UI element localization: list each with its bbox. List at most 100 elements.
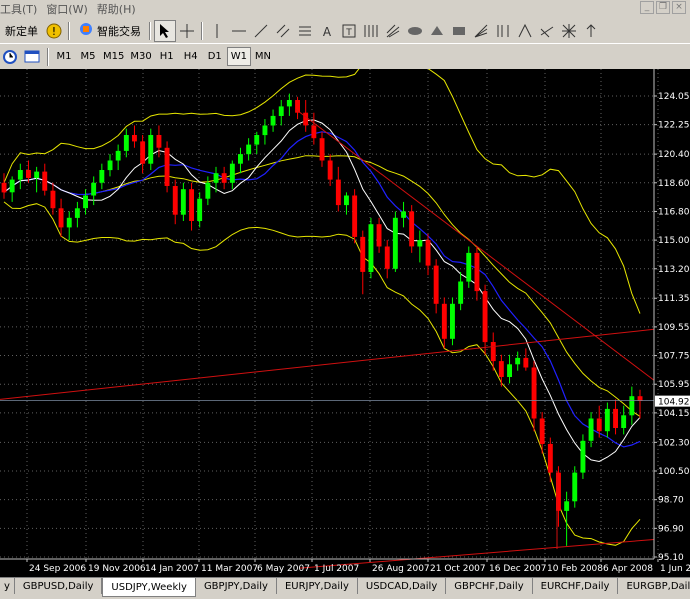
candle-body — [1, 182, 7, 193]
text-label-icon[interactable]: T — [338, 20, 360, 42]
candle-body — [384, 246, 390, 269]
candle-body — [441, 303, 447, 339]
grid-pattern-icon[interactable] — [558, 20, 580, 42]
pitchfork-icon[interactable] — [382, 20, 404, 42]
time-tick-label: 1 Jun 2008 — [660, 564, 690, 574]
timeframe-m5[interactable]: M5 — [76, 47, 100, 66]
timeframe-m30[interactable]: M30 — [127, 47, 154, 66]
triangle-icon[interactable] — [426, 20, 448, 42]
candle-body — [180, 189, 186, 215]
tab-gbpchf[interactable]: GBPCHF,Daily — [446, 578, 533, 594]
candle-body — [507, 364, 512, 377]
current-price-label: 104.92 — [658, 398, 690, 408]
price-tick-label: 107.75 — [658, 352, 690, 362]
timeframe-m1[interactable]: M1 — [52, 47, 76, 66]
candle-body — [490, 342, 496, 362]
price-tick-label: 104.15 — [658, 409, 690, 419]
toolbar-separator — [47, 47, 49, 66]
cursor-icon[interactable] — [154, 19, 176, 42]
trendline-icon[interactable] — [250, 20, 272, 42]
fibo-fan-icon[interactable] — [470, 20, 492, 42]
text-icon[interactable]: A — [316, 20, 338, 42]
time-tick-label: 6 May 2007 — [257, 564, 310, 574]
menu-bar: 工具(T) 窗口(W) 帮助(H) _ ❐ × — [0, 0, 690, 17]
vertical-line-icon[interactable] — [206, 20, 228, 42]
fibo-time-icon[interactable] — [492, 20, 514, 42]
candle-body — [613, 408, 618, 428]
candle-body — [637, 396, 643, 401]
price-tick-label: 116.80 — [658, 207, 690, 217]
candle-body — [66, 217, 72, 228]
gann-icon[interactable] — [360, 20, 382, 42]
candle-body — [17, 170, 23, 180]
candle-body — [91, 182, 97, 196]
timeframe-h4[interactable]: H4 — [179, 47, 203, 66]
horizontal-line-icon[interactable] — [228, 20, 250, 42]
chart-window-icon[interactable] — [22, 46, 44, 68]
time-tick-label: 6 Apr 2008 — [603, 564, 653, 574]
toolbar-separator — [201, 21, 203, 40]
tab-eurgbp[interactable]: EURGBP,Daily — [618, 578, 690, 594]
timeframe-mn[interactable]: MN — [251, 47, 275, 66]
restore-icon[interactable]: ❐ — [656, 1, 670, 14]
chart-tabs: y GBPUSD,Daily USDJPY,Weekly GBPJPY,Dail… — [0, 577, 690, 599]
candle-body — [417, 240, 423, 247]
rectangle-icon[interactable] — [448, 20, 470, 42]
timeframe-w1[interactable]: W1 — [226, 47, 251, 66]
expert-advisor-button[interactable]: 智能交易 — [73, 21, 146, 40]
price-tick-label: 113.20 — [658, 265, 690, 275]
candle-body — [238, 154, 243, 164]
candle-body — [319, 138, 325, 161]
main-toolbar: 新定单 ! 智能交易 A T — [0, 18, 690, 44]
arrow-up-icon[interactable] — [580, 20, 602, 42]
timeframe-toolbar: M1 M5 M15 M30 H1 H4 D1 W1 MN — [0, 45, 690, 68]
tab-eurjpy[interactable]: EURJPY,Daily — [277, 578, 358, 594]
candle-body — [115, 150, 121, 161]
timeframe-h1[interactable]: H1 — [155, 47, 179, 66]
menu-help[interactable]: 帮助(H) — [97, 1, 145, 17]
menu-window[interactable]: 窗口(W) — [46, 1, 96, 17]
cycle-lines-icon[interactable] — [514, 20, 536, 42]
timeframe-d1[interactable]: D1 — [203, 47, 227, 66]
trendline-support — [0, 328, 655, 400]
time-tick-label: 24 Sep 2006 — [29, 564, 86, 574]
candle-body — [278, 106, 284, 116]
tab-gbpusd[interactable]: GBPUSD,Daily — [15, 578, 103, 594]
price-tick-label: 111.35 — [658, 294, 690, 304]
tab-partial[interactable]: y — [0, 578, 15, 594]
candle-body — [450, 303, 455, 339]
candle-body — [213, 173, 219, 183]
fibonacci-icon[interactable] — [294, 20, 316, 42]
chart-canvas[interactable]: 124.05 122.25 120.40 118.60 116.80 115.00 113.… — [0, 69, 690, 577]
time-tick-label: 26 Aug 2007 — [372, 564, 430, 574]
candle-body — [466, 252, 472, 282]
candle-body — [588, 418, 594, 441]
tab-eurchf[interactable]: EURCHF,Daily — [533, 578, 619, 594]
candle-body — [531, 367, 537, 419]
tab-usdcad[interactable]: USDCAD,Daily — [358, 578, 447, 594]
close-icon[interactable]: × — [672, 1, 686, 14]
clock-icon[interactable] — [0, 46, 22, 68]
alert-icon[interactable]: ! — [43, 20, 65, 42]
price-chart[interactable]: 124.05 122.25 120.40 118.60 116.80 115.00 113.… — [0, 69, 690, 577]
time-tick-label: 16 Dec 2007 — [489, 564, 547, 574]
new-order-label: 新定单 — [5, 24, 38, 38]
timeframe-m15[interactable]: M15 — [100, 47, 127, 66]
price-tick-label: 100.50 — [658, 467, 690, 477]
channel-icon[interactable] — [272, 20, 294, 42]
candle-body — [229, 163, 235, 183]
crosshair-icon[interactable] — [176, 20, 198, 42]
fibo-expansion-icon[interactable] — [536, 20, 558, 42]
new-order-button[interactable]: 新定单 — [0, 23, 43, 39]
minimize-icon[interactable]: _ — [640, 1, 654, 14]
tab-usdjpy[interactable]: USDJPY,Weekly — [102, 578, 196, 597]
candle-body — [270, 115, 276, 126]
ellipse-icon[interactable] — [404, 20, 426, 42]
tab-gbpjpy[interactable]: GBPJPY,Daily — [196, 578, 277, 594]
candle-body — [539, 418, 545, 444]
candle-body — [197, 198, 203, 221]
candle-body — [58, 208, 64, 228]
price-tick-label: 124.05 — [658, 92, 690, 102]
menu-tools[interactable]: 工具(T) — [0, 1, 46, 17]
candle-body — [254, 135, 260, 145]
